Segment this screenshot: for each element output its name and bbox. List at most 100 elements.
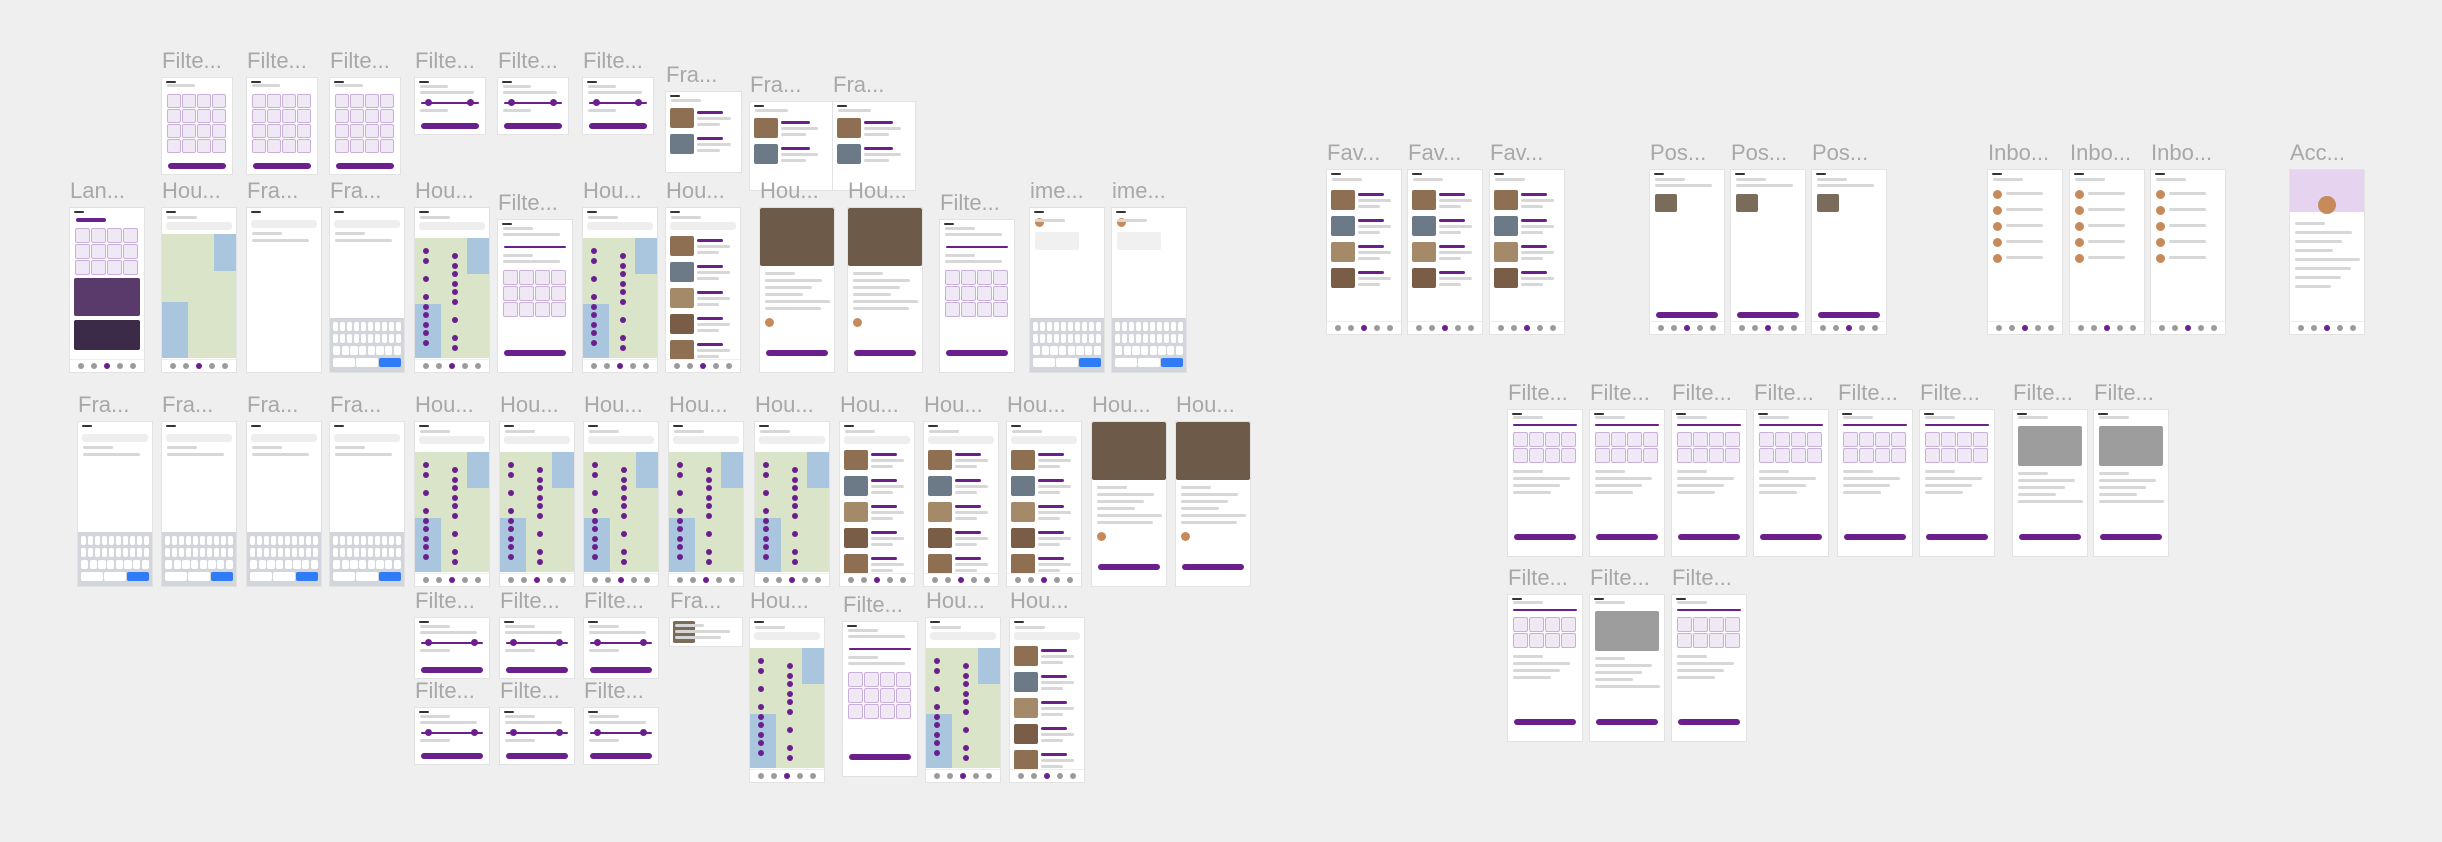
filter-option-tile[interactable]	[350, 124, 364, 138]
map-pin[interactable]	[763, 462, 769, 468]
keyboard-key[interactable]	[1053, 334, 1060, 343]
map-view[interactable]	[669, 452, 743, 572]
map-pin[interactable]	[706, 495, 712, 501]
nav-icon[interactable]	[677, 577, 683, 583]
artboard-label[interactable]: Filte...	[415, 678, 475, 704]
search-input[interactable]	[588, 436, 654, 444]
map-pin[interactable]	[452, 253, 458, 259]
map-pin[interactable]	[706, 477, 712, 483]
search-input[interactable]	[251, 220, 317, 228]
filter-option-tile[interactable]	[1807, 432, 1822, 447]
filter-option-tile[interactable]	[167, 139, 181, 153]
filter-option-tile[interactable]	[1611, 448, 1626, 463]
map-pin[interactable]	[787, 673, 793, 679]
filter-option-tile[interactable]	[1709, 432, 1724, 447]
artboard-label[interactable]: Fra...	[330, 392, 381, 418]
artboard-label[interactable]: Hou...	[583, 178, 642, 204]
filter-option-tile[interactable]	[182, 124, 196, 138]
map-pin[interactable]	[452, 485, 458, 491]
nav-icon[interactable]	[2117, 325, 2123, 331]
keyboard-key[interactable]	[395, 322, 401, 331]
house-thumbnail[interactable]	[1494, 190, 1518, 210]
keyboard-key[interactable]	[1067, 322, 1074, 331]
primary-button[interactable]	[590, 753, 652, 759]
artboard-label[interactable]: Fra...	[833, 72, 884, 98]
nav-icon[interactable]	[631, 577, 637, 583]
map-pin[interactable]	[423, 462, 429, 468]
search-input[interactable]	[166, 222, 232, 230]
artboard-label[interactable]: Fra...	[750, 72, 801, 98]
filter-option-tile[interactable]	[1643, 432, 1658, 447]
artboard[interactable]: Hou...	[848, 178, 922, 372]
map-pin[interactable]	[763, 490, 769, 496]
keyboard-key[interactable]	[267, 560, 275, 569]
house-thumbnail[interactable]	[1412, 242, 1436, 262]
filter-option-tile[interactable]	[1709, 633, 1724, 648]
map-pin[interactable]	[423, 322, 429, 328]
filter-option-tile[interactable]	[977, 302, 992, 317]
keyboard-key[interactable]	[127, 572, 149, 581]
house-thumbnail[interactable]	[670, 236, 694, 256]
map-pin[interactable]	[592, 536, 598, 542]
keyboard-key[interactable]	[356, 572, 378, 581]
filter-option-tile[interactable]	[864, 688, 879, 703]
keyboard-key[interactable]	[1060, 334, 1067, 343]
artboard-label[interactable]: Fav...	[1490, 140, 1543, 166]
house-thumbnail[interactable]	[1412, 190, 1436, 210]
keyboard-key[interactable]	[312, 548, 318, 557]
artboard[interactable]: Filte...	[1672, 380, 1746, 556]
nav-icon[interactable]	[947, 773, 953, 779]
filter-option-tile[interactable]	[1529, 448, 1544, 463]
filter-option-tile[interactable]	[1807, 448, 1822, 463]
filter-option-tile[interactable]	[350, 109, 364, 123]
artboard-label[interactable]: Lan...	[70, 178, 125, 204]
filter-option-tile[interactable]	[267, 124, 281, 138]
artboard[interactable]: Hou...	[755, 392, 829, 586]
filter-option-tile[interactable]	[993, 270, 1008, 285]
keyboard-key[interactable]	[284, 536, 291, 545]
search-input[interactable]	[251, 434, 317, 442]
artboard[interactable]: Hou...	[1092, 392, 1166, 586]
keyboard-key[interactable]	[165, 536, 171, 545]
keyboard-key[interactable]	[1067, 334, 1074, 343]
uploaded-photo[interactable]	[2099, 426, 2163, 466]
map-view[interactable]	[415, 238, 489, 358]
keyboard-key[interactable]	[199, 560, 207, 569]
keyboard-key[interactable]	[302, 560, 310, 569]
keyboard-key[interactable]	[376, 560, 384, 569]
filter-option-tile[interactable]	[107, 244, 122, 259]
keyboard-key[interactable]	[388, 536, 395, 545]
filter-option-tile[interactable]	[503, 302, 518, 317]
map-pin[interactable]	[934, 750, 940, 756]
nav-icon[interactable]	[758, 773, 764, 779]
keyboard-key[interactable]	[333, 560, 341, 569]
filter-option-tile[interactable]	[1843, 448, 1858, 463]
nav-icon[interactable]	[726, 363, 732, 369]
filter-option-tile[interactable]	[1677, 617, 1692, 632]
nav-icon[interactable]	[2078, 325, 2084, 331]
nav-icon[interactable]	[2159, 325, 2165, 331]
keyboard-key[interactable]	[298, 536, 305, 545]
map-view[interactable]	[755, 452, 829, 572]
artboard-label[interactable]: Filte...	[415, 48, 475, 74]
artboard[interactable]: Filte...	[940, 190, 1014, 372]
primary-button[interactable]	[421, 667, 483, 673]
keyboard-key[interactable]	[395, 536, 401, 545]
artboard-label[interactable]: Hou...	[1176, 392, 1235, 418]
nav-icon[interactable]	[1468, 325, 1474, 331]
nav-icon[interactable]	[1018, 773, 1024, 779]
map-pin[interactable]	[452, 281, 458, 287]
house-thumbnail[interactable]	[1014, 698, 1038, 718]
keyboard-key[interactable]	[250, 572, 272, 581]
primary-button[interactable]	[1844, 534, 1906, 540]
keyboard-key[interactable]	[213, 536, 220, 545]
map-pin[interactable]	[787, 691, 793, 697]
artboard-label[interactable]: Inbo...	[1988, 140, 2049, 166]
nav-icon[interactable]	[1739, 325, 1745, 331]
filter-option-tile[interactable]	[252, 124, 266, 138]
slider-track[interactable]	[504, 246, 566, 248]
search-input[interactable]	[928, 436, 994, 444]
keyboard-key[interactable]	[381, 334, 388, 343]
filter-option-tile[interactable]	[212, 139, 226, 153]
promo-image[interactable]	[74, 320, 140, 350]
